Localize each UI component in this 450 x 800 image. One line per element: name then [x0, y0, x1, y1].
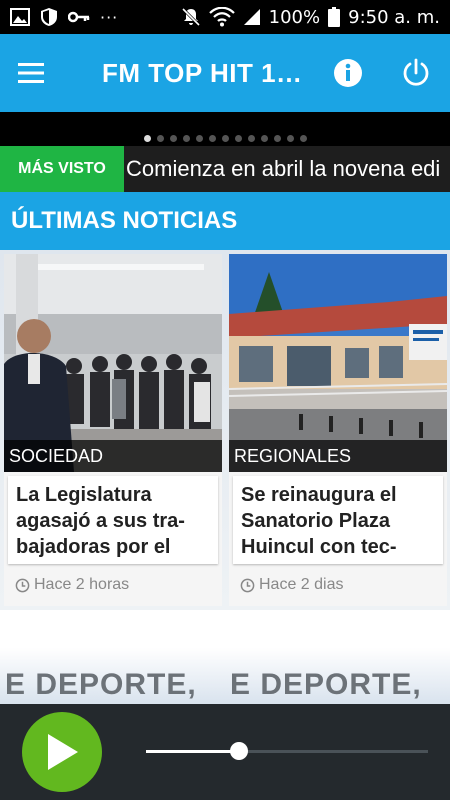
carousel-dot[interactable]: [234, 135, 242, 142]
news-card[interactable]: REGIONALES Se reinaugura el Sanatorio Pl…: [229, 254, 447, 606]
carousel-dot[interactable]: [143, 135, 151, 142]
wifi-icon: [208, 7, 235, 27]
info-icon: [334, 59, 362, 87]
card-title-box: Se reinaugura el Sanatorio Plaza Huincul…: [233, 476, 443, 564]
card-category: SOCIEDAD: [4, 440, 222, 472]
info-button[interactable]: [314, 34, 382, 112]
card-title: La Legislatura agasajó a sus tra-bajador…: [16, 484, 185, 558]
card-category: REGIONALES: [229, 440, 447, 472]
play-icon: [48, 734, 78, 770]
news-ticker[interactable]: MÁS VISTO Comienza en abril la novena ed…: [0, 146, 450, 192]
carousel-dot[interactable]: [169, 135, 177, 142]
shield-icon: [40, 7, 58, 27]
card-title-box: La Legislatura agasajó a sus tra-bajador…: [8, 476, 218, 564]
carousel-strip[interactable]: [0, 112, 450, 146]
battery-icon: [328, 7, 341, 27]
status-left-icons: ···: [10, 7, 118, 27]
carousel-dot[interactable]: [208, 135, 216, 142]
card-time: Hace 2 dias: [240, 576, 344, 594]
news-cards: SOCIEDAD La Legislatura agasajó a sus tr…: [0, 250, 450, 610]
volume-slider-thumb[interactable]: [230, 742, 248, 760]
clock-icon: [15, 578, 30, 592]
app-title: FM TOP HIT 1…: [102, 57, 303, 88]
carousel-dot[interactable]: [260, 135, 268, 142]
banner-text: E DEPORTE,: [230, 668, 422, 701]
carousel-dot[interactable]: [273, 135, 281, 142]
clock-icon: [240, 578, 255, 592]
volume-slider[interactable]: [146, 742, 428, 760]
clock: 9:50 a. m.: [348, 6, 440, 28]
most-viewed-badge: MÁS VISTO: [0, 146, 124, 192]
signal-icon: [243, 8, 261, 26]
power-icon: [403, 58, 429, 86]
ticker-headline[interactable]: Comienza en abril la novena edi: [124, 146, 440, 192]
key-icon: [68, 10, 90, 24]
carousel-dot[interactable]: [299, 135, 307, 142]
mute-icon: [181, 7, 201, 27]
section-title: ÚLTIMAS NOTICIAS: [0, 192, 450, 250]
carousel-dot[interactable]: [247, 135, 255, 142]
menu-button[interactable]: [0, 34, 62, 112]
app-bar: FM TOP HIT 1…: [0, 34, 450, 112]
more-notifications-indicator: ···: [100, 7, 119, 27]
card-time: Hace 2 horas: [15, 576, 129, 594]
card-title: Se reinaugura el Sanatorio Plaza Huincul…: [241, 484, 397, 558]
menu-icon: [18, 63, 44, 83]
play-button[interactable]: [22, 712, 102, 792]
audio-player: [0, 704, 450, 800]
promo-banner[interactable]: E DEPORTE, E DEPORTE,: [0, 610, 450, 704]
status-bar: ··· 100% 9:50 a. m.: [0, 0, 450, 34]
news-card[interactable]: SOCIEDAD La Legislatura agasajó a sus tr…: [4, 254, 222, 606]
status-right: 100% 9:50 a. m.: [181, 7, 440, 28]
carousel-indicators[interactable]: [143, 135, 307, 142]
carousel-dot[interactable]: [156, 135, 164, 142]
volume-slider-fill: [146, 750, 239, 753]
image-icon: [10, 8, 30, 26]
banner-text: E DEPORTE,: [5, 668, 197, 701]
power-button[interactable]: [382, 34, 450, 112]
carousel-dot[interactable]: [195, 135, 203, 142]
card-time-label: Hace 2 dias: [259, 576, 344, 593]
card-time-label: Hace 2 horas: [34, 576, 130, 593]
battery-percent: 100%: [268, 6, 321, 28]
carousel-dot[interactable]: [221, 135, 229, 142]
carousel-dot[interactable]: [182, 135, 190, 142]
carousel-dot[interactable]: [286, 135, 294, 142]
